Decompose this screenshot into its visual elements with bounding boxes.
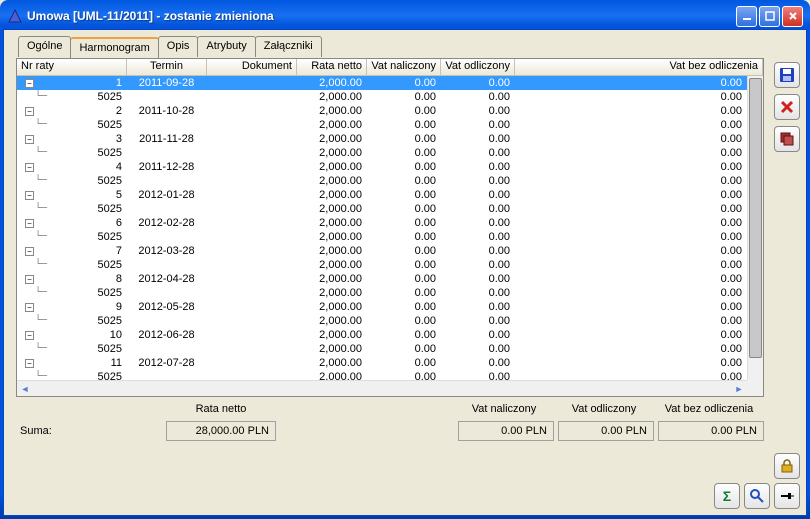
pin-button[interactable] <box>774 483 800 509</box>
tab-harmonogram[interactable]: Harmonogram <box>70 37 158 58</box>
lock-button[interactable] <box>774 453 800 479</box>
vertical-scrollbar[interactable] <box>747 76 763 380</box>
collapse-icon[interactable]: − <box>25 275 34 284</box>
floppy-icon <box>779 67 795 83</box>
summary-label-rata: Rata netto <box>166 403 276 415</box>
window-title: Umowa [UML-11/2011] - zostanie zmieniona <box>27 9 736 23</box>
table-row[interactable]: └─50252,000.000.000.000.00 <box>17 118 763 132</box>
tab-zalaczniki[interactable]: Załączniki <box>255 36 322 57</box>
lock-icon <box>779 458 795 474</box>
schedule-grid: Nr raty Termin Dokument Rata netto Vat n… <box>16 58 764 397</box>
collapse-icon[interactable]: − <box>25 219 34 228</box>
maximize-button[interactable] <box>759 6 780 27</box>
grid-header[interactable]: Nr raty Termin Dokument Rata netto Vat n… <box>17 59 763 76</box>
summary-label-vatn: Vat naliczony <box>454 403 554 415</box>
table-row[interactable]: └─50252,000.000.000.000.00 <box>17 286 763 300</box>
sum-vatb: 0.00 PLN <box>658 421 764 441</box>
table-row[interactable]: −102012-06-282,000.000.000.000.00 <box>17 328 763 342</box>
tab-atrybuty[interactable]: Atrybuty <box>197 36 255 57</box>
search-button[interactable] <box>744 483 770 509</box>
collapse-icon[interactable]: − <box>25 107 34 116</box>
collapse-icon[interactable]: − <box>25 331 34 340</box>
col-header-termin[interactable]: Termin <box>127 59 207 75</box>
scroll-left-icon[interactable]: ◄ <box>17 381 33 397</box>
col-header-nr[interactable]: Nr raty <box>17 59 127 75</box>
col-header-dokument[interactable]: Dokument <box>207 59 297 75</box>
save-button[interactable] <box>774 62 800 88</box>
table-row[interactable]: −92012-05-282,000.000.000.000.00 <box>17 300 763 314</box>
collapse-icon[interactable]: − <box>25 79 34 88</box>
sigma-icon: Σ <box>723 488 731 504</box>
table-row[interactable]: −52012-01-282,000.000.000.000.00 <box>17 188 763 202</box>
grid-body[interactable]: −12011-09-282,000.000.000.000.00└─50252,… <box>17 76 763 380</box>
app-icon <box>7 8 23 24</box>
collapse-icon[interactable]: − <box>25 135 34 144</box>
sum-rata: 28,000.00 PLN <box>166 421 276 441</box>
pin-icon <box>779 488 795 504</box>
app-window: Umowa [UML-11/2011] - zostanie zmieniona… <box>0 0 810 519</box>
tab-bar: Ogólne Harmonogram Opis Atrybuty Załączn… <box>4 30 806 57</box>
sum-button[interactable]: Σ <box>714 483 740 509</box>
table-row[interactable]: └─50252,000.000.000.000.00 <box>17 90 763 104</box>
scroll-right-icon[interactable]: ► <box>731 381 747 397</box>
magnifier-icon <box>749 488 765 504</box>
table-row[interactable]: −112012-07-282,000.000.000.000.00 <box>17 356 763 370</box>
suma-label: Suma: <box>16 425 76 437</box>
close-button[interactable] <box>782 6 803 27</box>
table-row[interactable]: └─50252,000.000.000.000.00 <box>17 146 763 160</box>
scroll-corner <box>747 380 763 396</box>
table-row[interactable]: −62012-02-282,000.000.000.000.00 <box>17 216 763 230</box>
col-header-vat-odliczony[interactable]: Vat odliczony <box>441 59 515 75</box>
minimize-button[interactable] <box>736 6 757 27</box>
titlebar[interactable]: Umowa [UML-11/2011] - zostanie zmieniona <box>3 3 807 29</box>
sum-vato: 0.00 PLN <box>558 421 654 441</box>
collapse-icon[interactable]: − <box>25 163 34 172</box>
table-row[interactable]: └─50252,000.000.000.000.00 <box>17 370 763 380</box>
table-row[interactable]: └─50252,000.000.000.000.00 <box>17 314 763 328</box>
client-area: Ogólne Harmonogram Opis Atrybuty Załączn… <box>3 29 807 516</box>
col-header-rata[interactable]: Rata netto <box>297 59 367 75</box>
table-row[interactable]: −72012-03-282,000.000.000.000.00 <box>17 244 763 258</box>
sum-vatn: 0.00 PLN <box>458 421 554 441</box>
table-row[interactable]: └─50252,000.000.000.000.00 <box>17 342 763 356</box>
scroll-thumb[interactable] <box>749 78 762 358</box>
collapse-icon[interactable]: − <box>25 247 34 256</box>
tab-opis[interactable]: Opis <box>158 36 199 57</box>
copy-button[interactable] <box>774 126 800 152</box>
tab-ogolne[interactable]: Ogólne <box>18 36 71 57</box>
delete-button[interactable] <box>774 94 800 120</box>
table-row[interactable]: └─50252,000.000.000.000.00 <box>17 258 763 272</box>
col-header-vat-bez[interactable]: Vat bez odliczenia <box>515 59 763 75</box>
table-row[interactable]: └─50252,000.000.000.000.00 <box>17 202 763 216</box>
table-row[interactable]: └─50252,000.000.000.000.00 <box>17 174 763 188</box>
table-row[interactable]: └─50252,000.000.000.000.00 <box>17 230 763 244</box>
collapse-icon[interactable]: − <box>25 303 34 312</box>
table-row[interactable]: −42011-12-282,000.000.000.000.00 <box>17 160 763 174</box>
horizontal-scrollbar[interactable]: ◄ ► <box>17 380 747 396</box>
x-icon <box>779 99 795 115</box>
table-row[interactable]: −22011-10-282,000.000.000.000.00 <box>17 104 763 118</box>
copy-icon <box>779 131 795 147</box>
collapse-icon[interactable]: − <box>25 359 34 368</box>
table-row[interactable]: −32011-11-282,000.000.000.000.00 <box>17 132 763 146</box>
table-row[interactable]: −82012-04-282,000.000.000.000.00 <box>17 272 763 286</box>
collapse-icon[interactable]: − <box>25 191 34 200</box>
summary-label-vatb: Vat bez odliczenia <box>654 403 764 415</box>
table-row[interactable]: −12011-09-282,000.000.000.000.00 <box>17 76 763 90</box>
summary-panel: Rata netto Vat naliczony Vat odliczony V… <box>16 401 764 453</box>
summary-label-vato: Vat odliczony <box>554 403 654 415</box>
col-header-vat-naliczony[interactable]: Vat naliczony <box>367 59 441 75</box>
